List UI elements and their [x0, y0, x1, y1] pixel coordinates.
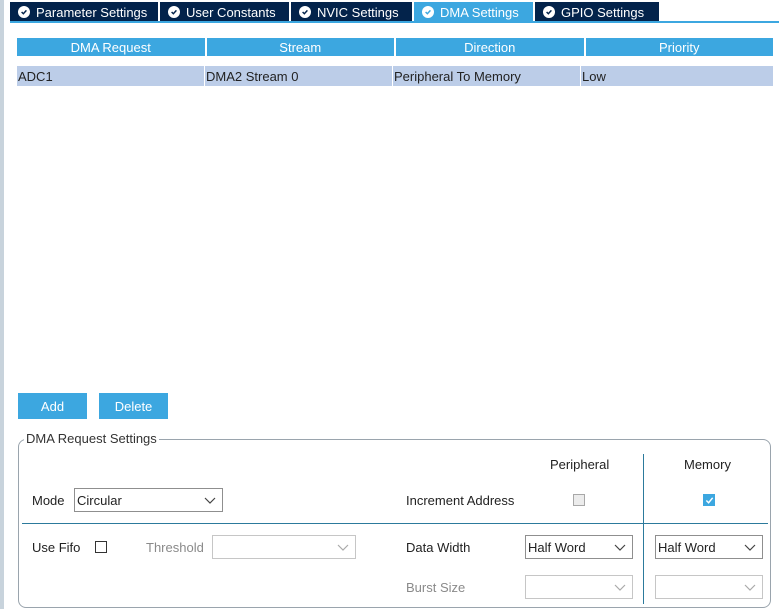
- increment-address-label: Increment Address: [406, 493, 515, 508]
- tab-label: Parameter Settings: [36, 4, 148, 20]
- use-fifo-checkbox[interactable]: [95, 541, 107, 553]
- memory-column-header: Memory: [684, 457, 731, 472]
- dma-request-table: DMA Request Stream Direction Priority AD…: [17, 38, 773, 86]
- column-header-stream[interactable]: Stream: [206, 38, 394, 56]
- chevron-down-icon: [744, 584, 756, 591]
- chevron-down-icon: [204, 497, 216, 504]
- column-header-priority[interactable]: Priority: [585, 38, 773, 56]
- mode-select[interactable]: Circular: [74, 488, 223, 512]
- mode-label: Mode: [32, 493, 65, 508]
- group-title: DMA Request Settings: [24, 431, 159, 446]
- cell-dma-request: ADC1: [17, 66, 205, 86]
- threshold-select[interactable]: [212, 535, 356, 559]
- burst-size-memory-select[interactable]: [655, 575, 763, 599]
- threshold-label: Threshold: [146, 540, 204, 555]
- tab-underline: [10, 21, 779, 23]
- tab-nvic-settings[interactable]: NVIC Settings: [291, 2, 412, 22]
- data-width-memory-select[interactable]: Half Word: [655, 535, 763, 559]
- tab-label: DMA Settings: [440, 4, 519, 20]
- table-row[interactable]: ADC1 DMA2 Stream 0 Peripheral To Memory …: [17, 66, 773, 86]
- tab-parameter-settings[interactable]: Parameter Settings: [10, 2, 158, 22]
- delete-button[interactable]: Delete: [99, 393, 168, 419]
- table-header: DMA Request Stream Direction Priority: [17, 38, 773, 56]
- increment-memory-checkbox[interactable]: [703, 494, 715, 506]
- window-left-border: [0, 0, 4, 609]
- cell-direction: Peripheral To Memory: [393, 66, 581, 86]
- tab-label: GPIO Settings: [561, 4, 645, 20]
- data-width-label: Data Width: [406, 540, 471, 555]
- mode-value: Circular: [77, 492, 122, 508]
- tab-label: NVIC Settings: [317, 4, 399, 20]
- checkmark-icon: [705, 496, 713, 504]
- column-header-direction[interactable]: Direction: [396, 38, 584, 56]
- dma-settings-page: Parameter Settings User Constants NVIC S…: [0, 0, 779, 609]
- cell-stream: DMA2 Stream 0: [205, 66, 393, 86]
- tab-bar: Parameter Settings User Constants NVIC S…: [10, 2, 661, 22]
- burst-size-label: Burst Size: [406, 580, 466, 595]
- peripheral-column-header: Peripheral: [550, 457, 610, 472]
- settings-divider-horizontal: [22, 523, 768, 524]
- add-button[interactable]: Add: [18, 393, 87, 419]
- tab-user-constants[interactable]: User Constants: [160, 2, 289, 22]
- data-width-peripheral-value: Half Word: [528, 539, 586, 555]
- chevron-down-icon: [744, 544, 756, 551]
- chevron-down-icon: [614, 584, 626, 591]
- check-circle-icon: [422, 6, 434, 18]
- chevron-down-icon: [614, 544, 626, 551]
- chevron-down-icon: [337, 544, 349, 551]
- tab-dma-settings[interactable]: DMA Settings: [414, 2, 533, 22]
- check-circle-icon: [543, 6, 555, 18]
- increment-peripheral-checkbox[interactable]: [573, 494, 585, 506]
- burst-size-peripheral-select[interactable]: [525, 575, 633, 599]
- data-width-memory-value: Half Word: [658, 539, 716, 555]
- use-fifo-label: Use Fifo: [32, 540, 81, 555]
- settings-divider-vertical: [643, 454, 644, 604]
- data-width-peripheral-select[interactable]: Half Word: [525, 535, 633, 559]
- check-circle-icon: [299, 6, 311, 18]
- check-circle-icon: [168, 6, 180, 18]
- tab-label: User Constants: [186, 4, 276, 20]
- cell-priority: Low: [582, 68, 606, 84]
- tab-gpio-settings[interactable]: GPIO Settings: [535, 2, 659, 22]
- column-header-dma-request[interactable]: DMA Request: [17, 38, 205, 56]
- check-circle-icon: [18, 6, 30, 18]
